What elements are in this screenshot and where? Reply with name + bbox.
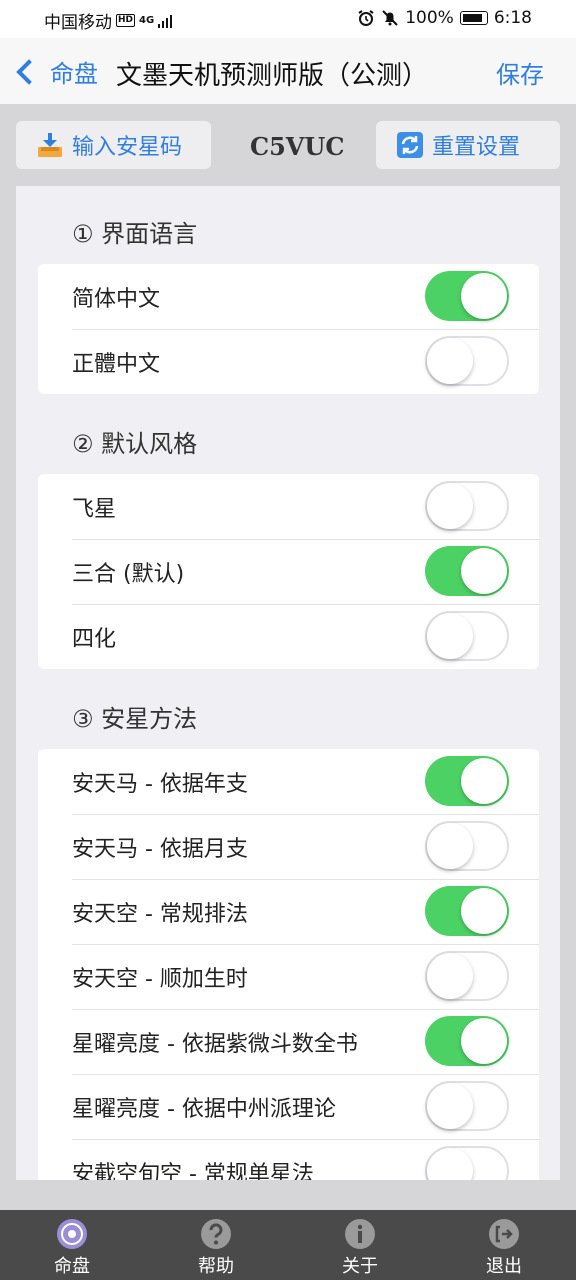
page-title: 文墨天机预测师版（公测） (116, 61, 429, 91)
save-button[interactable]: 保存 (496, 55, 544, 90)
section-title-method: ③ 安星方法 (72, 705, 198, 733)
list-item: 飞星 (38, 474, 539, 539)
option-label: 安天空 - 常规排法 (72, 902, 248, 927)
toggle-knob (427, 613, 473, 659)
mute-bell-icon (382, 10, 398, 26)
list-item: 星曜亮度 - 依据紫微斗数全书 (38, 1009, 539, 1074)
toggle-jiekong-single[interactable] (425, 1146, 509, 1180)
list-item: 正體中文 (38, 329, 539, 394)
tab-label: 命盘 (54, 1256, 90, 1277)
group-language: 简体中文 正體中文 (38, 264, 539, 394)
signal-icon (158, 14, 173, 28)
exit-icon (489, 1219, 519, 1249)
back-button[interactable]: 命盘 (14, 54, 98, 89)
toggle-traditional-chinese[interactable] (425, 336, 509, 386)
status-bar: 中国移动 HD 4G 100% 6:18 (0, 0, 576, 38)
option-label: 星曜亮度 - 依据紫微斗数全书 (72, 1032, 358, 1057)
battery-percent: 100% (405, 8, 454, 28)
list-item: 安截空旬空 - 常规单星法 (38, 1139, 539, 1180)
toggle-simplified-chinese[interactable] (425, 271, 509, 321)
star-code: C5VUC (250, 132, 345, 161)
toggle-brightness-zhongzhou[interactable] (425, 1081, 509, 1131)
back-label: 命盘 (50, 60, 98, 88)
list-item: 安天马 - 依据年支 (38, 749, 539, 814)
toggle-sihua[interactable] (425, 611, 509, 661)
option-label: 星曜亮度 - 依据中州派理论 (72, 1097, 336, 1122)
option-label: 安天空 - 顺加生时 (72, 967, 248, 992)
toggle-tiankong-hour[interactable] (425, 951, 509, 1001)
reset-settings-label: 重置设置 (432, 135, 521, 160)
refresh-icon (397, 132, 423, 158)
alarm-icon (358, 10, 374, 26)
list-item: 安天空 - 顺加生时 (38, 944, 539, 1009)
hd-badge: HD (116, 14, 136, 27)
group-style: 飞星 三合 (默认) 四化 (38, 474, 539, 669)
list-item: 星曜亮度 - 依据中州派理论 (38, 1074, 539, 1139)
toggle-knob (461, 758, 507, 804)
status-left: 中国移动 HD 4G (44, 8, 173, 33)
list-item: 四化 (38, 604, 539, 669)
list-item: 安天马 - 依据月支 (38, 814, 539, 879)
section-title-language: ① 界面语言 (72, 220, 198, 248)
list-item: 安天空 - 常规排法 (38, 879, 539, 944)
option-label: 飞星 (72, 497, 117, 522)
tab-help[interactable]: 帮助 (144, 1210, 288, 1280)
toggle-knob (427, 338, 473, 384)
option-label: 三合 (默认) (72, 562, 185, 587)
toggle-knob (461, 888, 507, 934)
toggle-knob (427, 483, 473, 529)
option-label: 简体中文 (72, 287, 161, 312)
tab-about[interactable]: 关于 (288, 1210, 432, 1280)
toolbar: 输入安星码 C5VUC 重置设置 (0, 104, 576, 184)
toggle-tianma-year[interactable] (425, 756, 509, 806)
list-item: 三合 (默认) (38, 539, 539, 604)
toggle-knob (427, 1148, 473, 1180)
toggle-knob (427, 1083, 473, 1129)
import-code-label: 输入安星码 (72, 135, 183, 160)
chevron-left-icon (16, 58, 42, 85)
download-tray-icon (38, 133, 62, 157)
tab-exit[interactable]: 退出 (432, 1210, 576, 1280)
toggle-brightness-quanshu[interactable] (425, 1016, 509, 1066)
toggle-knob (461, 1018, 507, 1064)
settings-panel[interactable]: ① 界面语言 简体中文 正體中文 ② 默认风格 飞星 三合 (默认) 四化 ③ … (16, 186, 560, 1180)
toggle-knob (461, 273, 507, 319)
carrier-name: 中国移动 (44, 13, 112, 33)
help-icon (201, 1219, 231, 1249)
tab-label: 帮助 (198, 1256, 234, 1277)
toggle-feixing[interactable] (425, 481, 509, 531)
chart-disc-icon (57, 1219, 87, 1249)
option-label: 正體中文 (72, 352, 161, 377)
toggle-knob (427, 823, 473, 869)
tab-label: 关于 (342, 1256, 378, 1277)
option-label: 四化 (72, 627, 117, 652)
battery-icon (459, 11, 488, 25)
info-icon (345, 1219, 375, 1249)
toggle-tianma-month[interactable] (425, 821, 509, 871)
tab-chart[interactable]: 命盘 (0, 1210, 144, 1280)
status-right: 100% 6:18 (357, 8, 532, 28)
toggle-sanhe[interactable] (425, 546, 509, 596)
status-time: 6:18 (493, 8, 532, 28)
tab-bar: 命盘 帮助 关于 退出 (0, 1210, 576, 1280)
section-title-style: ② 默认风格 (72, 430, 198, 458)
option-label: 安天马 - 依据年支 (72, 772, 248, 797)
tab-label: 退出 (486, 1256, 522, 1277)
toggle-tiankong-regular[interactable] (425, 886, 509, 936)
toggle-knob (427, 953, 473, 999)
list-item: 简体中文 (38, 264, 539, 329)
import-code-button[interactable]: 输入安星码 (16, 121, 211, 169)
reset-settings-button[interactable]: 重置设置 (376, 121, 560, 169)
navigation-bar: 命盘 文墨天机预测师版（公测） 保存 (0, 38, 576, 105)
option-label: 安截空旬空 - 常规单星法 (72, 1162, 314, 1180)
group-method: 安天马 - 依据年支 安天马 - 依据月支 安天空 - 常规排法 安天空 - 顺… (38, 749, 539, 1180)
network-type: 4G (139, 15, 155, 26)
option-label: 安天马 - 依据月支 (72, 837, 248, 862)
toggle-knob (461, 548, 507, 594)
